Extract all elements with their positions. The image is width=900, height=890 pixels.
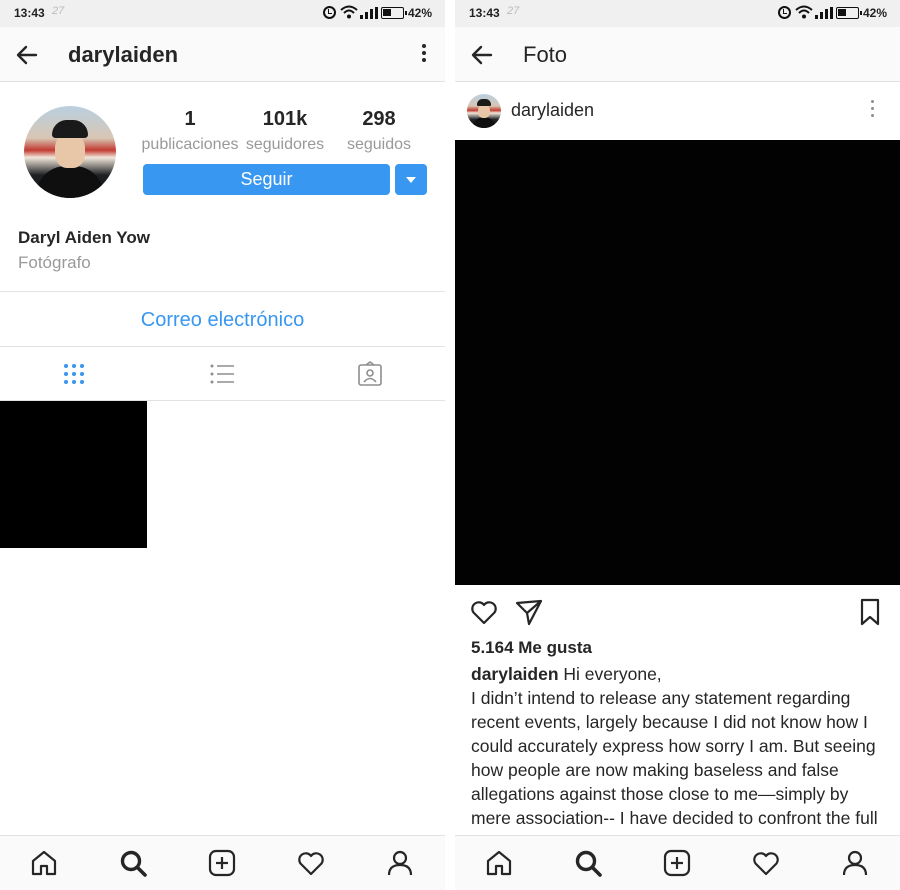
signal-icon [815, 7, 833, 19]
more-options-icon[interactable] [417, 44, 431, 66]
post-header: Foto [455, 27, 900, 82]
stat-posts-value: 1 [184, 108, 196, 130]
notification-indicator: 27 [507, 5, 520, 17]
notification-indicator: 27 [52, 5, 65, 17]
status-bar: 13:43 27 42% [0, 0, 445, 27]
post-options-icon[interactable] [867, 100, 877, 122]
stat-following-value: 298 [362, 108, 396, 130]
author-avatar[interactable] [467, 94, 501, 128]
search-icon[interactable] [573, 848, 603, 878]
profile-icon[interactable] [385, 848, 415, 878]
status-time: 13:43 [469, 6, 500, 20]
list-icon[interactable] [209, 361, 235, 387]
battery-icon [836, 7, 862, 19]
likes-count[interactable]: 5.164 Me gusta [471, 638, 592, 658]
save-bookmark-icon[interactable] [855, 597, 885, 627]
battery-percent: 42% [408, 6, 433, 20]
tagged-icon[interactable] [357, 361, 383, 387]
activity-icon[interactable] [751, 848, 781, 878]
page-title: Foto [523, 42, 568, 67]
add-post-icon[interactable] [662, 848, 692, 878]
post-thumbnail[interactable] [0, 401, 147, 548]
profile-header: darylaiden [0, 27, 445, 82]
activity-icon[interactable] [296, 848, 326, 878]
stat-posts[interactable]: 1 publicaciones [140, 108, 240, 154]
caption-username[interactable]: darylaiden [471, 664, 559, 684]
alarm-icon [323, 6, 336, 19]
profile-category: Fotógrafo [18, 253, 91, 272]
post-photo[interactable] [455, 140, 900, 585]
status-bar: 13:43 27 42% [455, 0, 900, 27]
stat-following[interactable]: 298 seguidos [329, 108, 429, 154]
follow-button[interactable]: Seguir [143, 164, 390, 195]
post-screen: 13:43 27 42% Foto darylaiden 5.164 Me gu… [455, 0, 900, 890]
screen-divider [445, 0, 455, 890]
add-post-icon[interactable] [207, 848, 237, 878]
profile-tabs [0, 347, 445, 401]
caption-text: Hi everyone, I didn’t intend to release … [471, 664, 878, 834]
back-arrow-icon[interactable] [469, 42, 495, 68]
search-icon[interactable] [118, 848, 148, 878]
battery-icon [381, 7, 407, 19]
wifi-icon [340, 5, 358, 19]
alarm-icon [778, 6, 791, 19]
post-actions [455, 595, 900, 629]
share-icon[interactable] [514, 597, 544, 627]
profile-avatar[interactable] [24, 106, 116, 198]
back-arrow-icon[interactable] [14, 42, 40, 68]
email-contact-button[interactable]: Correo electrónico [0, 291, 445, 347]
home-icon[interactable] [484, 848, 514, 878]
home-icon[interactable] [29, 848, 59, 878]
stat-following-label: seguidos [346, 136, 412, 153]
like-heart-icon[interactable] [469, 597, 499, 627]
stat-followers[interactable]: 101k seguidores [235, 108, 335, 154]
grid-icon[interactable] [61, 361, 87, 387]
stat-followers-value: 101k [262, 108, 308, 130]
post-author-bar: darylaiden [455, 82, 900, 140]
post-caption: darylaiden Hi everyone, I didn’t intend … [471, 662, 891, 834]
profile-username: darylaiden [68, 42, 179, 67]
bottom-nav [0, 835, 445, 890]
profile-icon[interactable] [840, 848, 870, 878]
author-username[interactable]: darylaiden [511, 100, 594, 121]
status-time: 13:43 [14, 6, 45, 20]
profile-screen: 13:43 27 42% darylaiden 1 publicaciones … [0, 0, 445, 890]
suggestions-dropdown-button[interactable] [395, 164, 427, 195]
bottom-nav [455, 835, 900, 890]
profile-full-name: Daryl Aiden Yow [18, 228, 150, 247]
battery-percent: 42% [863, 6, 888, 20]
signal-icon [360, 7, 378, 19]
wifi-icon [795, 5, 813, 19]
stat-followers-label: seguidores [245, 136, 325, 153]
stat-posts-label: publicaciones [141, 136, 239, 153]
